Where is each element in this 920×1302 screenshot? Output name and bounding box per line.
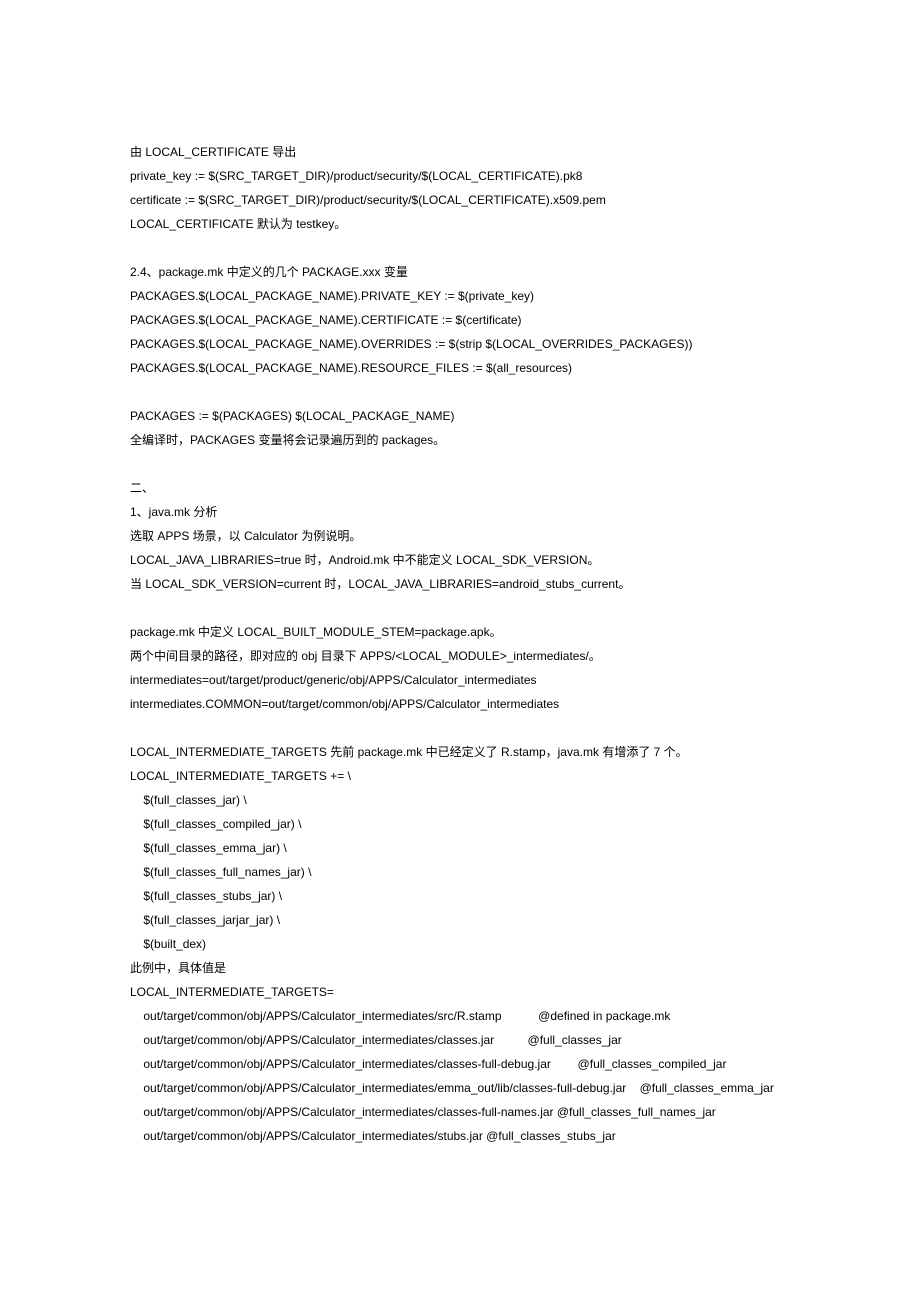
line: 选取 APPS 场景，以 Calculator 为例说明。 [130, 524, 790, 548]
line: $(full_classes_jar) \ [130, 788, 790, 812]
line: 由 LOCAL_CERTIFICATE 导出 [130, 140, 790, 164]
line: private_key := $(SRC_TARGET_DIR)/product… [130, 164, 790, 188]
line: 两个中间目录的路径，即对应的 obj 目录下 APPS/<LOCAL_MODUL… [130, 644, 790, 668]
line: package.mk 中定义 LOCAL_BUILT_MODULE_STEM=p… [130, 620, 790, 644]
line: $(full_classes_stubs_jar) \ [130, 884, 790, 908]
line: out/target/common/obj/APPS/Calculator_in… [130, 1100, 790, 1124]
line: out/target/common/obj/APPS/Calculator_in… [130, 1028, 790, 1052]
line: PACKAGES.$(LOCAL_PACKAGE_NAME).OVERRIDES… [130, 332, 790, 356]
line: PACKAGES.$(LOCAL_PACKAGE_NAME).CERTIFICA… [130, 308, 790, 332]
line: intermediates=out/target/product/generic… [130, 668, 790, 692]
line: out/target/common/obj/APPS/Calculator_in… [130, 1052, 790, 1076]
line: $(full_classes_compiled_jar) \ [130, 812, 790, 836]
line: out/target/common/obj/APPS/Calculator_in… [130, 1076, 790, 1100]
line: out/target/common/obj/APPS/Calculator_in… [130, 1124, 790, 1148]
document-page: 由 LOCAL_CERTIFICATE 导出 private_key := $(… [0, 0, 920, 1302]
line: intermediates.COMMON=out/target/common/o… [130, 692, 790, 716]
line: LOCAL_CERTIFICATE 默认为 testkey。 [130, 212, 790, 236]
line: 此例中，具体值是 [130, 956, 790, 980]
line: certificate := $(SRC_TARGET_DIR)/product… [130, 188, 790, 212]
line: $(full_classes_jarjar_jar) \ [130, 908, 790, 932]
line: PACKAGES := $(PACKAGES) $(LOCAL_PACKAGE_… [130, 404, 790, 428]
blank-line [130, 380, 790, 404]
blank-line [130, 236, 790, 260]
line: $(full_classes_full_names_jar) \ [130, 860, 790, 884]
blank-line [130, 452, 790, 476]
line: 二、 [130, 476, 790, 500]
line: 全编译时，PACKAGES 变量将会记录遍历到的 packages。 [130, 428, 790, 452]
line: $(built_dex) [130, 932, 790, 956]
line: out/target/common/obj/APPS/Calculator_in… [130, 1004, 790, 1028]
line: PACKAGES.$(LOCAL_PACKAGE_NAME).RESOURCE_… [130, 356, 790, 380]
line: $(full_classes_emma_jar) \ [130, 836, 790, 860]
line: PACKAGES.$(LOCAL_PACKAGE_NAME).PRIVATE_K… [130, 284, 790, 308]
line: LOCAL_INTERMEDIATE_TARGETS += \ [130, 764, 790, 788]
line: 当 LOCAL_SDK_VERSION=current 时，LOCAL_JAVA… [130, 572, 790, 596]
line: LOCAL_INTERMEDIATE_TARGETS 先前 package.mk… [130, 740, 790, 764]
line: LOCAL_INTERMEDIATE_TARGETS= [130, 980, 790, 1004]
line: LOCAL_JAVA_LIBRARIES=true 时，Android.mk 中… [130, 548, 790, 572]
blank-line [130, 596, 790, 620]
line: 1、java.mk 分析 [130, 500, 790, 524]
line: 2.4、package.mk 中定义的几个 PACKAGE.xxx 变量 [130, 260, 790, 284]
blank-line [130, 716, 790, 740]
